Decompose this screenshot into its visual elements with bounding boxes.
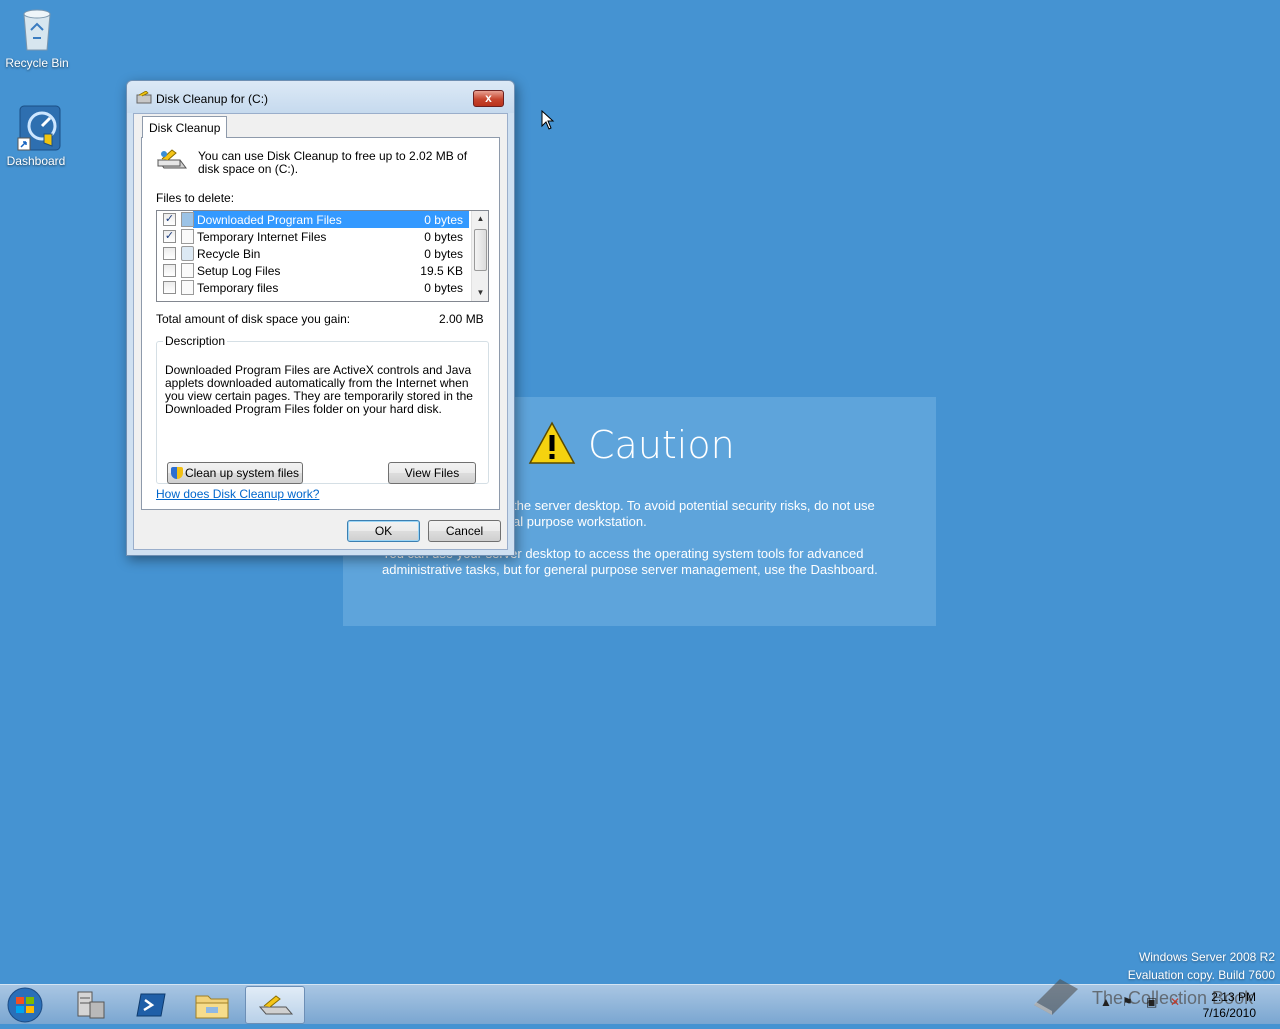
file-name: Temporary Internet Files [197, 230, 327, 244]
checkbox[interactable]: ✓ [163, 230, 176, 243]
tab-disk-cleanup[interactable]: Disk Cleanup [142, 116, 228, 138]
desktop-icon-label: Dashboard [6, 154, 66, 168]
description-text: Downloaded Program Files are ActiveX con… [165, 363, 473, 416]
file-size: 0 bytes [424, 247, 463, 261]
disk-cleanup-large-icon [156, 148, 188, 172]
show-hidden-icons[interactable]: ▲ [1100, 995, 1112, 1009]
scroll-up-icon[interactable]: ▲ [472, 211, 488, 227]
file-size: 0 bytes [424, 213, 463, 227]
disk-cleanup-icon [136, 90, 152, 105]
mouse-pointer-icon [541, 109, 555, 130]
taskbar-clock[interactable]: 2:13 PM 7/16/2010 [1203, 989, 1256, 1021]
ok-button[interactable]: OK [347, 520, 420, 542]
file-icon [181, 280, 194, 295]
taskbar-powershell[interactable] [121, 986, 181, 1024]
taskbar: The Collection Book ▲ ⚑ ▣ ✕ 2:13 PM 7/16… [0, 979, 1280, 1026]
checkbox[interactable] [163, 281, 176, 294]
cancel-button[interactable]: Cancel [428, 520, 501, 542]
desktop-icon-recycle-bin[interactable]: Recycle Bin [1, 6, 73, 70]
ok-label: OK [374, 524, 393, 538]
list-scrollbar[interactable]: ▲ ▼ [471, 211, 488, 301]
files-list[interactable]: ✓ Downloaded Program Files 0 bytes ✓ Tem… [156, 210, 489, 302]
disk-cleanup-dialog: Disk Cleanup for (C:) x Disk Cleanup You… [126, 80, 515, 556]
checkbox[interactable]: ✓ [163, 213, 176, 226]
folder-icon [181, 212, 194, 227]
recycle-bin-icon [17, 6, 57, 52]
caution-line: al purpose workstation. [513, 514, 647, 529]
total-label: Total amount of disk space you gain: [156, 312, 351, 326]
cancel-label: Cancel [445, 524, 484, 538]
watermark-line: Windows Server 2008 R2 [1138, 950, 1275, 964]
dialog-body: Disk Cleanup You can use Disk Cleanup to… [133, 113, 508, 550]
taskbar-disk-cleanup[interactable] [245, 986, 305, 1024]
caution-line: administrative tasks, but for general pu… [382, 562, 878, 577]
file-name: Downloaded Program Files [195, 213, 344, 227]
view-files-label: View Files [404, 466, 460, 480]
list-item[interactable]: Setup Log Files 19.5 KB [157, 262, 469, 279]
warning-icon [528, 421, 576, 468]
description-group: Description Downloaded Program Files are… [156, 334, 489, 484]
clean-up-system-files-label: Clean up system files [184, 466, 300, 480]
caution-title: Caution [588, 422, 735, 467]
desktop-icon-dashboard[interactable]: Dashboard [0, 104, 72, 168]
list-item[interactable]: Temporary files 0 bytes [157, 279, 469, 296]
start-button[interactable] [3, 986, 47, 1026]
file-name: Temporary files [197, 281, 279, 295]
list-item[interactable]: ✓ Downloaded Program Files 0 bytes [157, 211, 469, 228]
scroll-down-icon[interactable]: ▼ [472, 285, 488, 301]
desktop-icon-label: Recycle Bin [5, 56, 69, 70]
tab-pane: You can use Disk Cleanup to free up to 2… [141, 137, 500, 510]
windows-logo-icon [7, 987, 43, 1023]
file-name: Recycle Bin [197, 247, 261, 261]
help-link[interactable]: How does Disk Cleanup work? [156, 487, 319, 501]
file-icon [181, 263, 194, 278]
total-value: 2.00 MB [439, 312, 484, 326]
taskbar-server-manager[interactable] [60, 986, 120, 1024]
file-size: 0 bytes [424, 230, 463, 244]
checkbox[interactable] [163, 264, 176, 277]
intro-text: You can use Disk Cleanup to free up to 2… [198, 149, 468, 176]
close-icon: x [485, 91, 492, 105]
description-legend: Description [165, 334, 226, 348]
file-size: 0 bytes [424, 281, 463, 295]
list-item[interactable]: ✓ Temporary Internet Files 0 bytes [157, 228, 469, 245]
dialog-title: Disk Cleanup for (C:) [156, 92, 269, 106]
explorer-icon [195, 995, 229, 1019]
dashboard-icon [16, 104, 61, 151]
powershell-icon [136, 993, 166, 1017]
view-files-button[interactable]: View Files [388, 462, 476, 484]
close-button[interactable]: x [473, 90, 504, 107]
internet-files-icon [181, 229, 194, 244]
checkbox[interactable] [163, 247, 176, 260]
volume-muted-icon[interactable]: ✕ [1170, 995, 1180, 1009]
book-icon [1030, 975, 1082, 1022]
clean-up-system-files-button[interactable]: Clean up system files [167, 462, 303, 484]
scroll-thumb[interactable] [474, 229, 487, 271]
files-to-delete-label: Files to delete: [156, 191, 235, 205]
network-icon[interactable]: ▣ [1146, 995, 1157, 1009]
recycle-bin-icon [181, 246, 194, 261]
list-item[interactable]: Recycle Bin 0 bytes [157, 245, 469, 262]
taskbar-explorer[interactable] [182, 986, 242, 1024]
server-manager-icon [77, 991, 105, 1019]
title-bar[interactable]: Disk Cleanup for (C:) x [127, 81, 514, 113]
clock-date: 7/16/2010 [1202, 1006, 1256, 1020]
clock-time: 2:13 PM [1211, 990, 1256, 1004]
shield-icon [170, 467, 183, 479]
disk-cleanup-icon [258, 995, 294, 1015]
action-center-flag-icon[interactable]: ⚑ [1122, 995, 1133, 1009]
caution-line: the server desktop. To avoid potential s… [513, 498, 875, 513]
file-name: Setup Log Files [197, 264, 281, 278]
file-size: 19.5 KB [420, 264, 463, 278]
